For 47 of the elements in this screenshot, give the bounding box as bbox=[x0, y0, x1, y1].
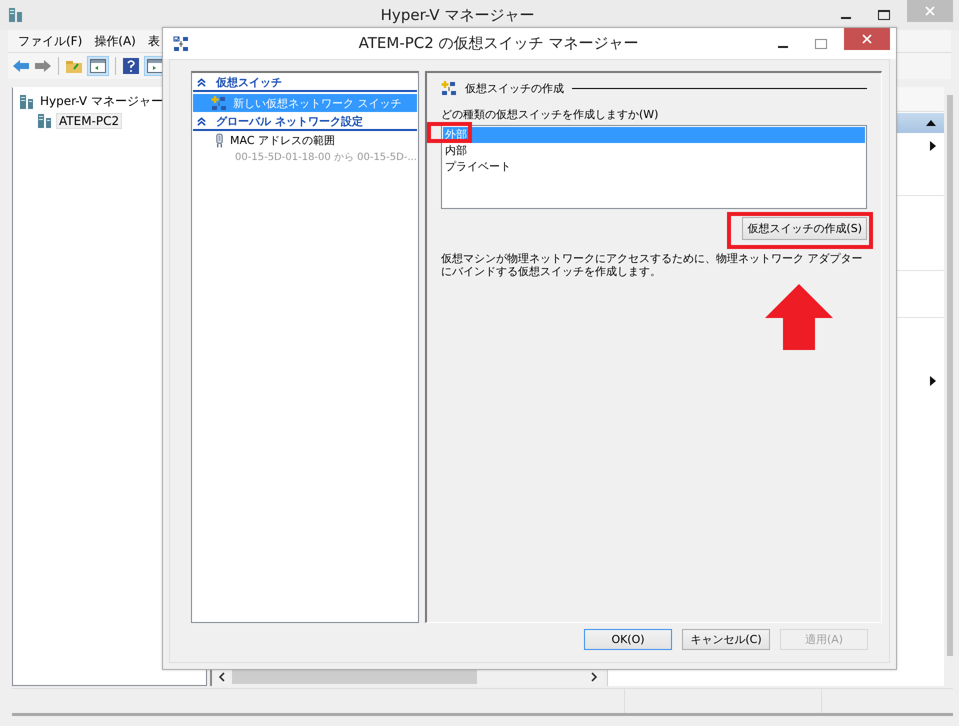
collapse-icon[interactable] bbox=[197, 78, 206, 87]
nav-item[interactable]: MAC アドレスの範囲 bbox=[230, 133, 417, 148]
submenu-arrow-icon[interactable] bbox=[930, 141, 936, 151]
category-heading: グローバル ネットワーク設定 bbox=[216, 114, 363, 129]
menu-item[interactable]: 表 bbox=[142, 32, 166, 50]
close-icon bbox=[862, 34, 872, 44]
window-title: Hyper-V マネージャー bbox=[380, 6, 536, 24]
switch-type-list[interactable]: 外部 内部 プライベート bbox=[441, 125, 867, 209]
vertical-scrollbar[interactable] bbox=[947, 95, 953, 656]
tree-item[interactable]: Hyper-V マネージャー bbox=[38, 93, 165, 110]
new-switch-icon bbox=[211, 95, 227, 111]
help-icon[interactable] bbox=[122, 58, 140, 74]
dialog-title: ATEM-PC2 の仮想スイッチ マネージャー bbox=[358, 34, 640, 53]
folder-icon[interactable] bbox=[65, 58, 83, 74]
dialog-button[interactable]: OK(O) bbox=[584, 629, 672, 650]
collapse-caret-icon[interactable] bbox=[926, 120, 936, 126]
server-icon bbox=[19, 94, 35, 110]
scroll-right-icon[interactable] bbox=[590, 672, 598, 682]
menu-item[interactable]: 操作(A) bbox=[88, 32, 142, 50]
list-item[interactable]: 内部 bbox=[443, 143, 865, 159]
list-label: どの種類の仮想スイッチを作成しますか(W) bbox=[441, 107, 660, 123]
close-button[interactable] bbox=[844, 28, 890, 50]
server-icon bbox=[37, 112, 53, 128]
scroll-thumb[interactable] bbox=[232, 670, 477, 684]
tree-item[interactable]: ATEM-PC2 bbox=[56, 112, 122, 128]
network-switch-icon bbox=[173, 36, 189, 52]
close-icon bbox=[925, 6, 935, 16]
back-arrow-icon[interactable] bbox=[12, 58, 30, 74]
highlight-box bbox=[427, 122, 472, 143]
section-title: 仮想スイッチの作成 bbox=[465, 80, 564, 96]
submenu-arrow-icon[interactable] bbox=[930, 376, 936, 386]
network-port-icon bbox=[215, 133, 224, 149]
range-text: 00-15-5D-01-18-00 から 00-15-5D-... bbox=[235, 151, 417, 164]
category-heading: 仮想スイッチ bbox=[216, 75, 282, 90]
collapse-icon[interactable] bbox=[197, 117, 206, 126]
menu-item[interactable]: ファイル(F) bbox=[12, 32, 88, 50]
maximize-icon[interactable] bbox=[878, 10, 890, 20]
up-arrow-icon bbox=[765, 284, 833, 350]
server-icon bbox=[8, 7, 24, 23]
forward-arrow-icon[interactable] bbox=[34, 58, 52, 74]
description-text: 仮想マシンが物理ネットワークにアクセスするために、物理ネットワーク アダプターにバインドする仮想スイッチを作成します。 bbox=[441, 252, 864, 278]
create-switch-button[interactable]: 仮想スイッチの作成(S) bbox=[742, 217, 867, 240]
panel-toggle-icon[interactable] bbox=[87, 56, 109, 76]
scroll-left-icon[interactable] bbox=[218, 672, 226, 682]
new-switch-icon bbox=[441, 80, 457, 96]
dialog-button[interactable]: キャンセル(C) bbox=[682, 629, 770, 650]
list-item[interactable]: プライベート bbox=[443, 159, 865, 175]
